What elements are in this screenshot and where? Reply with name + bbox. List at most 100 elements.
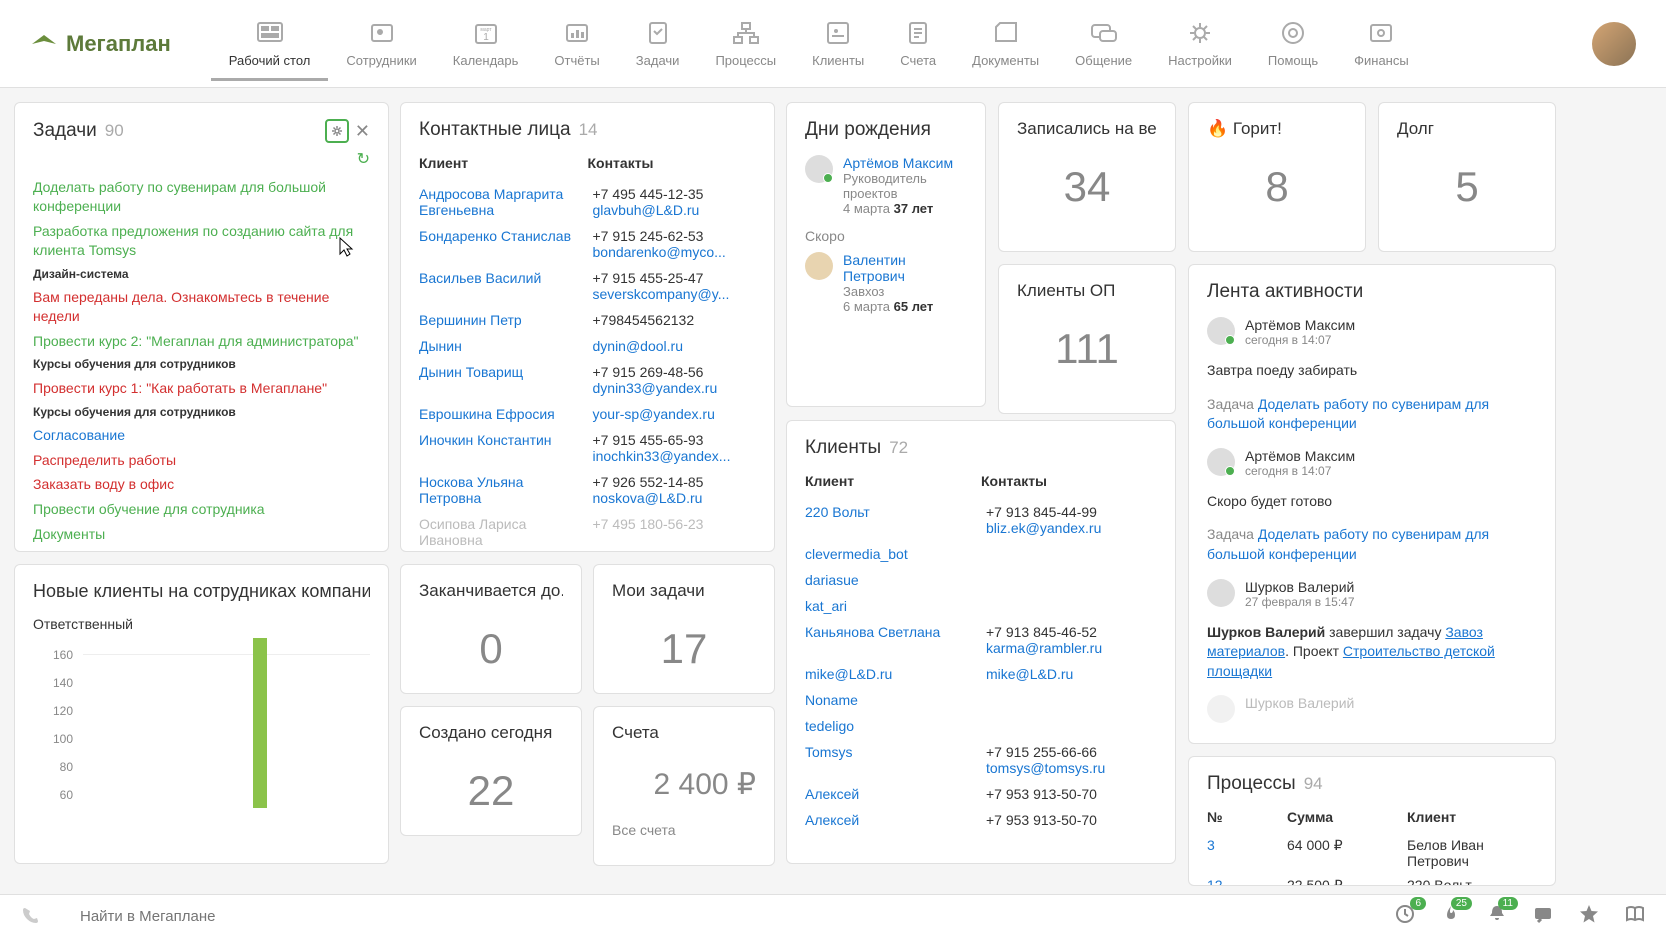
contact-name[interactable]: Вершинин Петр xyxy=(419,312,593,328)
contact-email[interactable]: glavbuh@L&D.ru xyxy=(593,202,757,218)
avatar[interactable] xyxy=(805,155,833,183)
contact-name[interactable]: Tomsys xyxy=(805,744,986,776)
avatar[interactable] xyxy=(1207,695,1235,723)
nav-settings[interactable]: Настройки xyxy=(1150,7,1250,81)
contact-name[interactable]: kat_ari xyxy=(805,598,986,614)
process-row[interactable]: 364 000 ₽Белов Иван Петрович xyxy=(1207,833,1537,873)
contact-name[interactable]: Алексей xyxy=(805,812,986,828)
nav-clients[interactable]: Клиенты xyxy=(794,7,882,81)
contact-phone[interactable]: +798454562132 xyxy=(593,312,757,328)
contact-name[interactable]: clevermedia_bot xyxy=(805,546,986,562)
bell-icon[interactable]: 11 xyxy=(1486,903,1508,931)
clients-op-widget[interactable]: Клиенты ОП 111 xyxy=(998,264,1176,414)
contact-name[interactable]: Noname xyxy=(805,692,986,708)
refresh-icon[interactable]: ↻ xyxy=(357,151,370,168)
contact-phone[interactable]: +7 913 845-44-99 xyxy=(986,504,1157,520)
contact-phone[interactable]: +7 915 455-25-47 xyxy=(593,270,757,286)
task-item[interactable]: Распределить работы xyxy=(33,448,370,473)
avatar[interactable] xyxy=(1207,579,1235,607)
bday-name[interactable]: Артёмов Максим xyxy=(843,155,967,171)
contact-name[interactable]: Еврошкина Ефросия xyxy=(419,406,593,422)
contact-email[interactable]: severskcompany@y... xyxy=(593,286,757,302)
close-button[interactable]: ✕ xyxy=(355,121,370,142)
contact-name[interactable]: Дынин Товарищ xyxy=(419,364,593,396)
user-avatar[interactable] xyxy=(1592,22,1636,66)
contact-email[interactable]: noskova@L&D.ru xyxy=(593,490,757,506)
contact-email[interactable]: dynin33@yandex.ru xyxy=(593,380,757,396)
activity-name[interactable]: Артёмов Максим xyxy=(1245,317,1355,333)
process-row[interactable]: 1222 500 ₽220 Вольт xyxy=(1207,873,1537,886)
nav-tasks[interactable]: Задачи xyxy=(618,7,698,81)
task-item[interactable]: Вам переданы дела. Ознакомьтесь в течени… xyxy=(33,285,370,329)
proc-num[interactable]: 12 xyxy=(1207,877,1287,886)
contact-email[interactable]: inochkin33@yandex... xyxy=(593,448,757,464)
task-item[interactable]: Доделать работу по сувенирам для большой… xyxy=(33,175,370,219)
contact-phone[interactable]: +7 953 913-50-70 xyxy=(986,812,1157,828)
activity-name[interactable]: Шурков Валерий xyxy=(1245,579,1355,595)
ending-widget[interactable]: Заканчивается до... 0 xyxy=(400,564,582,694)
task-item[interactable]: Согласование xyxy=(33,423,370,448)
contact-email[interactable]: bliz.ek@yandex.ru xyxy=(986,520,1157,536)
contact-email[interactable]: your-sp@yandex.ru xyxy=(593,406,757,422)
contact-email[interactable]: dynin@dool.ru xyxy=(593,338,757,354)
contact-name[interactable]: Каньянова Светлана xyxy=(805,624,986,656)
nav-invoices[interactable]: Счета xyxy=(882,7,954,81)
contact-name[interactable]: Носкова Ульяна Петровна xyxy=(419,474,593,506)
contact-phone[interactable]: +7 915 245-62-53 xyxy=(593,228,757,244)
nav-staff[interactable]: Сотрудники xyxy=(328,7,434,81)
task-item[interactable]: Провести курс 1: "Как работать в Мегапла… xyxy=(33,376,370,401)
contact-name[interactable]: dariasue xyxy=(805,572,986,588)
avatar[interactable] xyxy=(805,252,833,280)
fire-icon[interactable]: 25 xyxy=(1440,903,1462,931)
signup-widget[interactable]: Записались на ве... 34 xyxy=(998,102,1176,252)
star-icon[interactable] xyxy=(1578,903,1600,931)
contact-name[interactable]: Иночкин Константин xyxy=(419,432,593,464)
all-invoices-link[interactable]: Все счета xyxy=(612,822,756,838)
nav-desktop[interactable]: Рабочий стол xyxy=(211,7,329,81)
contact-phone[interactable]: +7 495 445-12-35 xyxy=(593,186,757,202)
search-input[interactable] xyxy=(80,908,1394,925)
mytasks-widget[interactable]: Мои задачи 17 xyxy=(593,564,775,694)
contact-name[interactable]: tedeligo xyxy=(805,718,986,734)
contact-name[interactable]: Алексей xyxy=(805,786,986,802)
contact-email[interactable]: karma@rambler.ru xyxy=(986,640,1157,656)
contact-phone[interactable]: +7 915 255-66-66 xyxy=(986,744,1157,760)
contact-name[interactable]: 220 Вольт xyxy=(805,504,986,536)
contact-name[interactable]: Осипова Лариса Ивановна xyxy=(419,516,593,548)
debt-widget[interactable]: Долг 5 xyxy=(1378,102,1556,252)
task-item[interactable]: Провести обучение для сотрудника xyxy=(33,497,370,522)
task-item[interactable]: Разработка предложения по созданию сайта… xyxy=(33,219,370,263)
contact-phone[interactable]: +7 495 180-56-23 xyxy=(593,516,757,532)
activity-name[interactable]: Артёмов Максим xyxy=(1245,448,1355,464)
book-icon[interactable] xyxy=(1624,903,1646,931)
contact-phone[interactable]: +7 915 269-48-56 xyxy=(593,364,757,380)
nav-finance[interactable]: Финансы xyxy=(1336,7,1427,81)
nav-help[interactable]: Помощь xyxy=(1250,7,1336,81)
nav-reports[interactable]: Отчёты xyxy=(536,7,617,81)
clock-icon[interactable]: 6 xyxy=(1394,903,1416,931)
gear-button[interactable] xyxy=(325,119,349,143)
task-item[interactable]: Провести курс 2: "Мегаплан для администр… xyxy=(33,329,370,354)
invoices-widget[interactable]: Счета 2 400 ₽ Все счета xyxy=(593,706,775,866)
task-item[interactable]: Заказать воду в офис xyxy=(33,472,370,497)
contact-phone[interactable]: +7 913 845-46-52 xyxy=(986,624,1157,640)
avatar[interactable] xyxy=(1207,317,1235,345)
task-item[interactable]: Документы xyxy=(33,522,370,547)
contact-name[interactable]: Андросова Маргарита Евгеньевна xyxy=(419,186,593,218)
contact-name[interactable]: mike@L&D.ru xyxy=(805,666,986,682)
nav-chat[interactable]: Общение xyxy=(1057,7,1150,81)
contact-email[interactable]: mike@L&D.ru xyxy=(986,666,1157,682)
nav-processes[interactable]: Процессы xyxy=(697,7,794,81)
chart-bar[interactable] xyxy=(253,638,267,808)
activity-name[interactable]: Шурков Валерий xyxy=(1245,695,1354,711)
logo[interactable]: Мегаплан xyxy=(30,31,171,57)
nav-docs[interactable]: Документы xyxy=(954,7,1057,81)
contact-name[interactable]: Дынин xyxy=(419,338,593,354)
nav-calendar[interactable]: март1 Календарь xyxy=(435,7,537,81)
contact-email[interactable]: bondarenko@myco... xyxy=(593,244,757,260)
fire-widget[interactable]: 🔥 Горит! 8 xyxy=(1188,102,1366,252)
contact-name[interactable]: Васильев Василий xyxy=(419,270,593,302)
contact-phone[interactable]: +7 915 455-65-93 xyxy=(593,432,757,448)
contact-email[interactable]: tomsys@tomsys.ru xyxy=(986,760,1157,776)
contact-phone[interactable]: +7 926 552-14-85 xyxy=(593,474,757,490)
